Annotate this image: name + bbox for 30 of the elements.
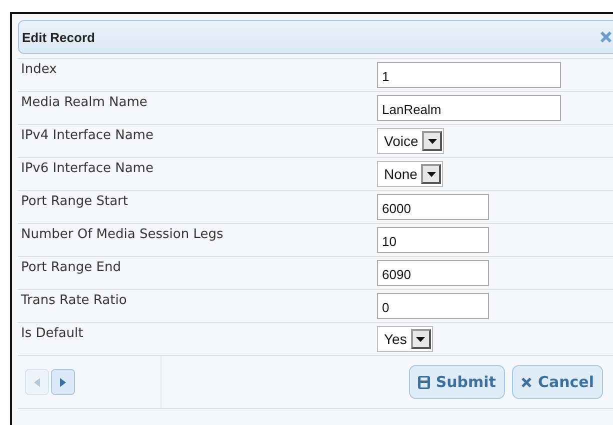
field-label: Port Range End [20, 259, 122, 275]
close-icon [520, 376, 532, 388]
input-field[interactable]: 10 [377, 227, 489, 253]
dropdown[interactable]: Yes [377, 326, 433, 352]
dialog-title: Edit Record [22, 30, 96, 44]
cancel-button[interactable]: Cancel [512, 365, 603, 399]
input-field[interactable]: 0 [377, 293, 489, 319]
field-label: Media Realm Name [20, 94, 148, 110]
input-field[interactable]: 6000 [377, 194, 489, 220]
input-field[interactable]: 1 [377, 62, 561, 88]
field-label: Index [20, 61, 58, 77]
dropdown[interactable]: Voice [377, 128, 444, 154]
next-page-button[interactable] [51, 369, 75, 395]
dropdown-arrow-icon [426, 172, 436, 176]
close-icon[interactable] [600, 31, 612, 43]
right-triangle-icon [60, 378, 66, 386]
dropdown[interactable]: None [377, 161, 444, 187]
field-label: IPv6 Interface Name [20, 160, 154, 176]
submit-button[interactable]: Submit [408, 365, 505, 399]
save-icon [418, 376, 430, 388]
input-field[interactable]: 6090 [377, 260, 489, 286]
dropdown-arrow-icon [428, 138, 437, 144]
field-label: IPv4 Interface Name [20, 127, 154, 143]
left-triangle-icon [34, 378, 40, 386]
field-label: Trans Rate Ratio [20, 292, 128, 308]
field-label: Port Range Start [20, 193, 129, 209]
field-label: Number Of Media Session Legs [20, 226, 224, 242]
input-field[interactable]: LanRealm [377, 95, 561, 121]
dropdown-arrow-icon [416, 336, 426, 342]
field-label: Is Default [20, 325, 84, 341]
